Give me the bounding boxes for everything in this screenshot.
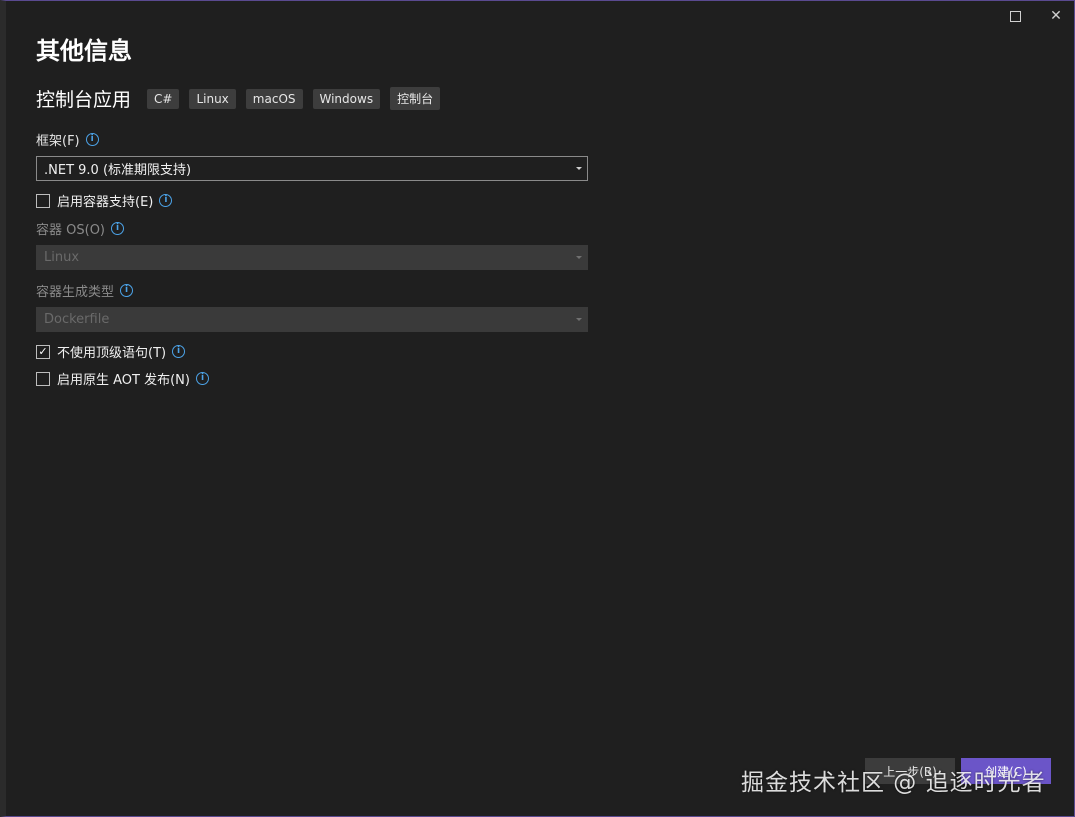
container-build-type-value: Dockerfile: [44, 312, 110, 327]
info-icon[interactable]: i: [120, 284, 134, 297]
close-icon: ✕: [1050, 8, 1062, 24]
container-support-option[interactable]: 启用容器支持(E) i: [36, 191, 173, 210]
framework-label-row: 框架(F) i: [36, 130, 99, 149]
container-build-type-select: Dockerfile: [36, 307, 588, 332]
chevron-down-icon: [576, 318, 582, 321]
framework-select[interactable]: .NET 9.0 (标准期限支持): [36, 156, 588, 181]
additional-info-dialog: ✕ 其他信息 控制台应用 C# Linux macOS Windows 控制台 …: [0, 0, 1075, 817]
container-support-label: 启用容器支持(E): [57, 195, 154, 210]
project-type-row: 控制台应用 C# Linux macOS Windows 控制台: [36, 85, 450, 112]
maximize-icon: [1009, 10, 1021, 22]
tag-linux: Linux: [189, 88, 236, 109]
container-os-select: Linux: [36, 245, 588, 270]
info-icon[interactable]: i: [85, 133, 99, 146]
dialog-title: 其他信息: [36, 37, 132, 65]
top-level-statements-label: 不使用顶级语句(T): [57, 346, 167, 361]
info-icon[interactable]: i: [159, 194, 173, 207]
info-icon[interactable]: i: [195, 372, 209, 385]
create-button[interactable]: 创建(C): [961, 758, 1051, 784]
native-aot-checkbox[interactable]: [36, 371, 50, 386]
container-build-type-label: 容器生成类型: [36, 285, 115, 300]
chevron-down-icon: [576, 256, 582, 259]
checkmark-icon: ✓: [38, 345, 48, 358]
top-level-statements-option[interactable]: ✓ 不使用顶级语句(T) i: [36, 342, 186, 361]
close-button[interactable]: ✕: [1039, 5, 1073, 27]
native-aot-option[interactable]: 启用原生 AOT 发布(N) i: [36, 369, 209, 388]
container-os-value: Linux: [44, 250, 80, 265]
top-level-statements-checkbox[interactable]: ✓: [36, 344, 50, 359]
framework-label: 框架(F): [36, 134, 80, 149]
tag-macos: macOS: [245, 88, 303, 109]
tag-csharp: C#: [147, 88, 180, 109]
project-type-title: 控制台应用: [36, 89, 132, 111]
tag-windows: Windows: [312, 88, 381, 109]
info-icon[interactable]: i: [172, 345, 186, 358]
container-support-checkbox[interactable]: [36, 193, 50, 208]
maximize-button[interactable]: [998, 5, 1032, 27]
container-os-label: 容器 OS(O): [36, 223, 105, 238]
container-build-type-label-row: 容器生成类型 i: [36, 281, 134, 300]
info-icon[interactable]: i: [111, 222, 124, 235]
native-aot-label: 启用原生 AOT 发布(N): [57, 373, 190, 388]
container-os-label-row: 容器 OS(O) i: [36, 219, 124, 238]
tag-console: 控制台: [390, 87, 441, 110]
chevron-down-icon: [576, 167, 582, 170]
framework-value: .NET 9.0 (标准期限支持): [44, 163, 192, 178]
back-button[interactable]: 上一步(B): [865, 758, 955, 784]
